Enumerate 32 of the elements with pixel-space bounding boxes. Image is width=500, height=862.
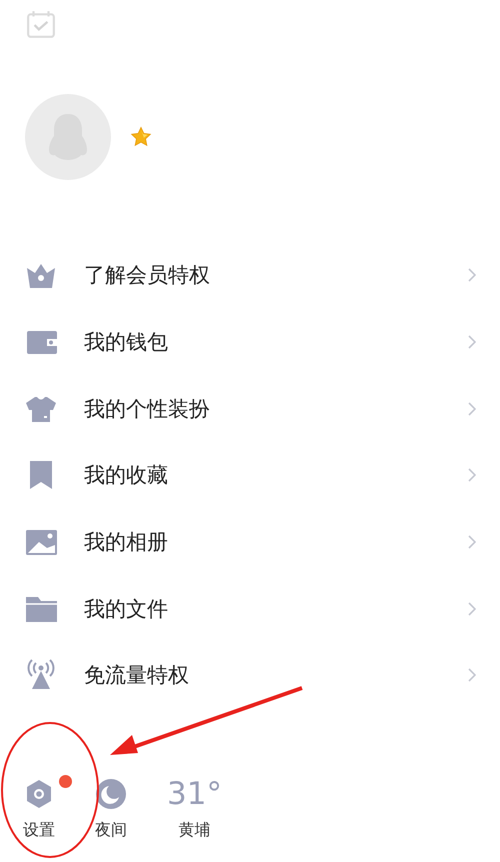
menu-item[interactable]: 我的收藏 bbox=[0, 442, 500, 509]
temperature: 31° bbox=[167, 778, 222, 810]
chevron-icon bbox=[468, 602, 476, 616]
menu-label: 我的钱包 bbox=[84, 329, 169, 356]
menu-label: 了解会员特权 bbox=[84, 262, 211, 290]
menu-label: 我的相册 bbox=[84, 529, 169, 556]
menu-label: 我的收藏 bbox=[84, 462, 169, 490]
chevron-icon bbox=[468, 468, 476, 482]
menu-item[interactable]: 了解会员特权 bbox=[0, 242, 500, 309]
menu-item[interactable]: 我的钱包 bbox=[0, 308, 500, 376]
menu-label: 免流量特权 bbox=[84, 662, 190, 690]
signal-icon bbox=[25, 659, 57, 692]
menu-label: 我的文件 bbox=[84, 596, 169, 623]
night-button[interactable]: 夜间 bbox=[95, 778, 127, 841]
chevron-icon bbox=[468, 268, 476, 282]
menu-item[interactable]: 免流量特权 bbox=[0, 642, 500, 709]
bottom-label: 设置 bbox=[23, 820, 55, 841]
menu-item[interactable]: 我的个性装扮 bbox=[0, 375, 500, 442]
menu-item[interactable]: 我的文件 bbox=[0, 575, 500, 642]
chevron-icon bbox=[468, 535, 476, 550]
settings-button[interactable]: 设置 bbox=[23, 778, 55, 841]
calendar-check-icon[interactable] bbox=[25, 9, 57, 39]
bottom-label: 夜间 bbox=[95, 820, 127, 841]
chevron-icon bbox=[468, 402, 476, 416]
chevron-icon bbox=[468, 668, 476, 682]
weather-button[interactable]: 31° 黄埔 bbox=[167, 778, 222, 841]
avatar[interactable] bbox=[25, 94, 111, 180]
chevron-icon bbox=[468, 335, 476, 350]
menu-label: 我的个性装扮 bbox=[84, 396, 211, 423]
moon-icon bbox=[95, 778, 127, 810]
menu-item[interactable]: 我的相册 bbox=[0, 508, 500, 576]
bottom-label: 黄埔 bbox=[178, 820, 210, 841]
